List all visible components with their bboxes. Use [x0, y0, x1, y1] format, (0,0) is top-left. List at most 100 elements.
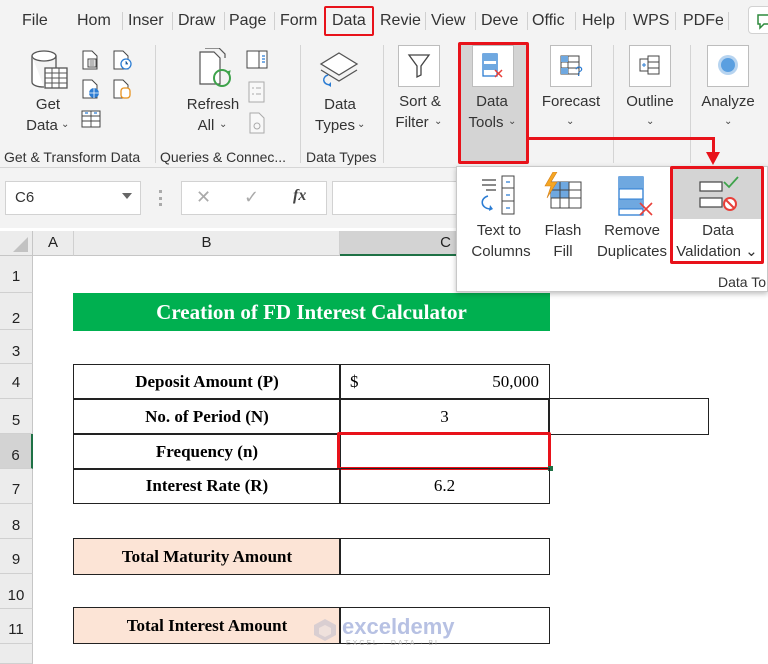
tab-separator [475, 12, 476, 30]
watermark-brand: exceldemy [342, 614, 455, 639]
row-header-2[interactable]: 2 [0, 293, 33, 330]
row-header-9[interactable]: 9 [0, 539, 33, 574]
row-header-10[interactable]: 10 [0, 574, 33, 609]
interest-rate-value[interactable]: 6.2 [339, 468, 550, 504]
tab-review[interactable]: Revie [380, 10, 422, 32]
data-tools-button-icon[interactable] [472, 45, 514, 87]
group-label-queries: Queries & Connec... [160, 149, 287, 165]
select-all-corner[interactable] [0, 231, 33, 256]
row-header-6[interactable]: 6 [0, 434, 33, 469]
row-header-3[interactable]: 3 [0, 330, 33, 364]
data-validation-label[interactable]: Data [690, 220, 746, 241]
interest-rate-label[interactable]: Interest Rate (R) [73, 468, 341, 504]
total-maturity-value[interactable] [339, 538, 550, 575]
tab-separator [274, 12, 275, 30]
column-header-b[interactable]: B [74, 231, 340, 256]
refresh-all-label-2[interactable]: All [192, 116, 220, 136]
text-to-columns-label-2[interactable]: Columns [466, 241, 536, 262]
data-types-label-2[interactable]: Types [312, 116, 358, 136]
remove-duplicates-label[interactable]: Remove [596, 220, 668, 241]
data-tools-label-2[interactable]: Tools [466, 113, 506, 133]
get-data-label[interactable]: Get [26, 95, 70, 115]
chevron-down-icon: ⌄ [61, 119, 70, 130]
chevron-down-icon: ⌄ [566, 116, 575, 127]
callout-arrow-line [529, 137, 715, 140]
period-extra-cell[interactable] [548, 398, 709, 435]
tab-pdfelement[interactable]: PDFe [683, 10, 723, 32]
from-table-range-icon[interactable] [80, 108, 102, 135]
sort-filter-button-icon[interactable] [398, 45, 440, 87]
name-box[interactable]: C6 [5, 181, 141, 215]
frequency-label[interactable]: Frequency (n) [73, 433, 341, 470]
period-label[interactable]: No. of Period (N) [73, 398, 341, 435]
data-types-label[interactable]: Data [318, 95, 362, 115]
row-header-5[interactable]: 5 [0, 399, 33, 434]
remove-duplicates-icon[interactable] [616, 175, 658, 224]
name-box-dropdown-icon[interactable] [122, 193, 132, 199]
get-data-label-2[interactable]: Data [22, 116, 62, 136]
row-header-8[interactable]: 8 [0, 504, 33, 539]
outline-label[interactable]: Outline [620, 92, 680, 112]
deposit-amount-label[interactable]: Deposit Amount (P) [73, 364, 341, 400]
tab-data[interactable]: Data [324, 6, 374, 36]
deposit-amount-cell[interactable]: $ 50,000 [339, 364, 550, 400]
flash-fill-label-2[interactable]: Fill [540, 241, 586, 262]
formula-input[interactable] [332, 181, 472, 215]
row-header-12[interactable] [0, 644, 33, 664]
tab-draw[interactable]: Draw [178, 10, 222, 32]
forecast-label[interactable]: Forecast [539, 92, 603, 112]
data-validation-label-2[interactable]: Validation ⌄ [672, 241, 762, 262]
period-value[interactable]: 3 [339, 398, 550, 435]
enter-icon[interactable]: ✓ [244, 187, 259, 208]
tab-office[interactable]: Offic [532, 10, 572, 32]
flash-fill-label[interactable]: Flash [540, 220, 586, 241]
total-interest-label[interactable]: Total Interest Amount [73, 607, 341, 644]
tab-insert[interactable]: Inser [128, 10, 168, 32]
queries-connections-icon[interactable] [246, 50, 268, 75]
tab-home[interactable]: Hom [77, 10, 115, 32]
tab-developer[interactable]: Deve [481, 10, 523, 32]
sort-filter-label-2[interactable]: Filter [392, 113, 432, 133]
row-header-7[interactable]: 7 [0, 469, 33, 504]
tab-view[interactable]: View [431, 10, 471, 32]
tab-separator [224, 12, 225, 30]
outline-button-icon[interactable] [629, 45, 671, 87]
flash-fill-icon[interactable] [541, 171, 587, 217]
existing-connections-icon[interactable] [111, 78, 133, 105]
properties-icon [248, 81, 266, 108]
column-header-c[interactable]: C [340, 231, 460, 256]
comments-button[interactable] [748, 6, 768, 34]
refresh-all-label[interactable]: Refresh [182, 95, 244, 115]
insert-function-icon[interactable]: fx [293, 187, 306, 205]
sort-filter-label[interactable]: Sort & [392, 92, 448, 112]
recent-sources-icon[interactable] [111, 49, 133, 76]
text-to-columns-icon[interactable] [476, 174, 522, 225]
chevron-down-icon: ⌄ [508, 116, 517, 127]
chevron-down-icon: ⌄ [434, 116, 443, 127]
data-tools-label[interactable]: Data [470, 92, 514, 112]
tab-separator [425, 12, 426, 30]
tab-file[interactable]: File [22, 10, 52, 32]
row-header-11[interactable]: 11 [0, 609, 33, 644]
data-validation-icon [698, 174, 742, 219]
row-header-4[interactable]: 4 [0, 364, 33, 399]
analyze-label[interactable]: Analyze [696, 92, 760, 112]
tab-wps[interactable]: WPS [633, 10, 669, 32]
text-to-columns-label[interactable]: Text to [466, 220, 532, 241]
row-header-1[interactable]: 1 [0, 256, 33, 293]
formula-bar-grip[interactable] [159, 190, 162, 206]
analyze-button-icon[interactable] [707, 45, 749, 87]
from-web-icon[interactable] [80, 78, 102, 105]
calculator-title[interactable]: Creation of FD Interest Calculator [73, 293, 550, 331]
tab-formulas[interactable]: Form [280, 10, 322, 32]
forecast-button-icon[interactable]: ? [550, 45, 592, 87]
tab-help[interactable]: Help [582, 10, 620, 32]
total-maturity-label[interactable]: Total Maturity Amount [73, 538, 341, 575]
column-header-a[interactable]: A [33, 231, 74, 256]
remove-duplicates-label-2[interactable]: Duplicates [594, 241, 670, 262]
tab-page-layout[interactable]: Page [229, 10, 271, 32]
from-text-csv-icon[interactable] [80, 49, 100, 76]
svg-text:?: ? [575, 63, 583, 79]
deposit-amount-value: 50,000 [492, 372, 539, 391]
cancel-icon[interactable]: ✕ [196, 187, 211, 208]
